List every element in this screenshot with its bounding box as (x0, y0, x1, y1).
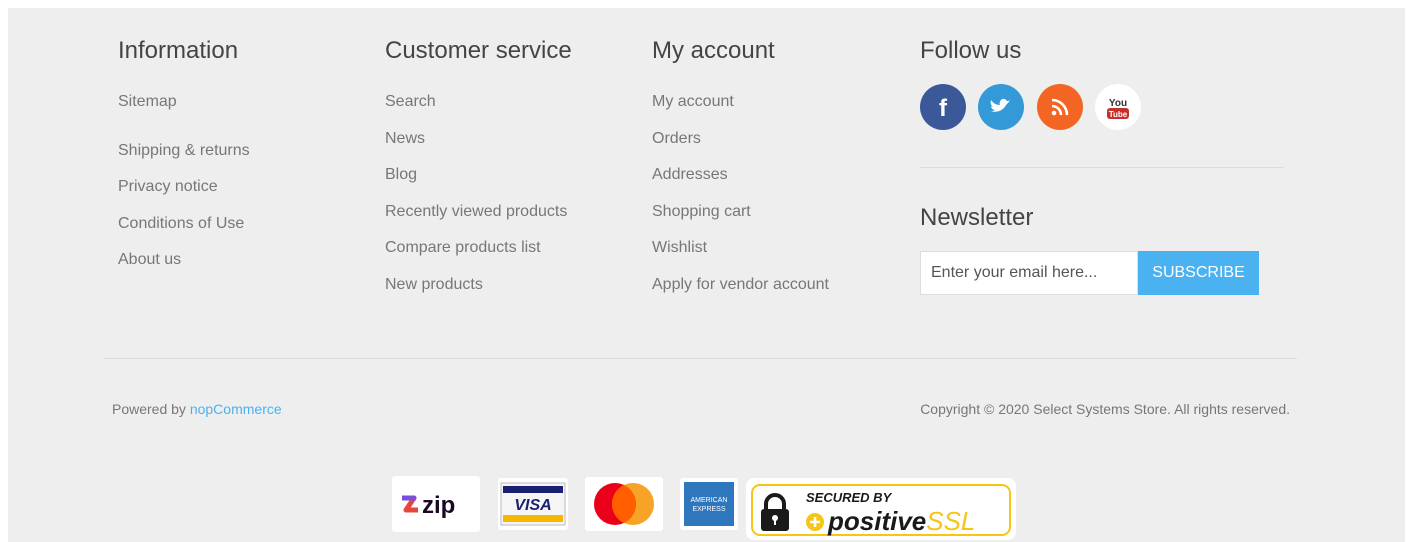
information-title: Information (118, 37, 239, 64)
nopcommerce-link[interactable]: nopCommerce (190, 401, 282, 417)
copyright-text: Copyright © 2020 Select Systems Store. A… (920, 401, 1290, 417)
list-item: Blog (385, 166, 417, 184)
svg-text:positiveSSL: positiveSSL (827, 506, 975, 536)
list-item: Sitemap (118, 93, 177, 111)
vendor-account-link[interactable]: Apply for vendor account (652, 276, 829, 293)
list-item: Privacy notice (118, 178, 218, 196)
american-express-logo: AMERICAN EXPRESS (680, 478, 738, 530)
list-item: Shipping & returns (118, 142, 250, 160)
newsletter-email-input[interactable] (920, 251, 1138, 295)
list-item: Compare products list (385, 239, 541, 257)
list-item: Orders (652, 130, 701, 148)
youtube-icon[interactable]: You Tube (1095, 84, 1141, 130)
svg-text:You: You (1109, 98, 1127, 109)
subscribe-button[interactable]: SUBSCRIBE (1138, 251, 1259, 295)
facebook-icon[interactable]: f (920, 84, 966, 130)
my-account-link[interactable]: My account (652, 93, 734, 110)
news-link[interactable]: News (385, 130, 425, 147)
list-item: Recently viewed products (385, 203, 567, 221)
list-item: New products (385, 276, 483, 294)
customer-service-title: Customer service (385, 37, 572, 64)
follow-us-title: Follow us (920, 37, 1022, 64)
mastercard-logo (585, 477, 663, 531)
list-item: News (385, 130, 425, 148)
site-footer: Information Sitemap Shipping & returns P… (8, 8, 1405, 542)
list-item: Conditions of Use (118, 215, 244, 233)
addresses-link[interactable]: Addresses (652, 166, 728, 183)
privacy-notice-link[interactable]: Privacy notice (118, 178, 218, 195)
newsletter-divider (920, 167, 1284, 168)
twitter-icon[interactable] (978, 84, 1024, 130)
list-item: Wishlist (652, 239, 707, 257)
rss-icon[interactable] (1037, 84, 1083, 130)
my-account-title: My account (652, 37, 775, 64)
orders-link[interactable]: Orders (652, 130, 701, 147)
positive-ssl-badge: SECURED BY positiveSSL (746, 478, 1016, 540)
footer-divider (104, 358, 1297, 359)
list-item: My account (652, 93, 734, 111)
svg-text:f: f (939, 95, 948, 122)
svg-text:SECURED BY: SECURED BY (806, 490, 893, 505)
new-products-link[interactable]: New products (385, 276, 483, 293)
svg-text:zip: zip (422, 492, 455, 519)
visa-logo: VISA (498, 478, 568, 530)
zip-pay-logo: zip (392, 476, 480, 532)
shipping-returns-link[interactable]: Shipping & returns (118, 142, 250, 159)
svg-text:EXPRESS: EXPRESS (692, 506, 725, 513)
recently-viewed-link[interactable]: Recently viewed products (385, 203, 567, 220)
svg-text:Tube: Tube (1109, 110, 1128, 119)
compare-products-link[interactable]: Compare products list (385, 239, 541, 256)
blog-link[interactable]: Blog (385, 166, 417, 183)
list-item: Apply for vendor account (652, 276, 829, 294)
list-item: About us (118, 251, 181, 269)
svg-text:VISA: VISA (514, 497, 551, 514)
wishlist-link[interactable]: Wishlist (652, 239, 707, 256)
list-item: Shopping cart (652, 203, 751, 221)
newsletter-title: Newsletter (920, 204, 1034, 231)
sitemap-link[interactable]: Sitemap (118, 93, 177, 110)
powered-by: Powered by nopCommerce (112, 401, 282, 417)
about-us-link[interactable]: About us (118, 251, 181, 268)
shopping-cart-link[interactable]: Shopping cart (652, 203, 751, 220)
powered-by-label: Powered by (112, 401, 186, 417)
search-link[interactable]: Search (385, 93, 436, 110)
conditions-of-use-link[interactable]: Conditions of Use (118, 215, 244, 232)
svg-text:AMERICAN: AMERICAN (691, 497, 728, 504)
list-item: Search (385, 93, 436, 111)
list-item: Addresses (652, 166, 728, 184)
